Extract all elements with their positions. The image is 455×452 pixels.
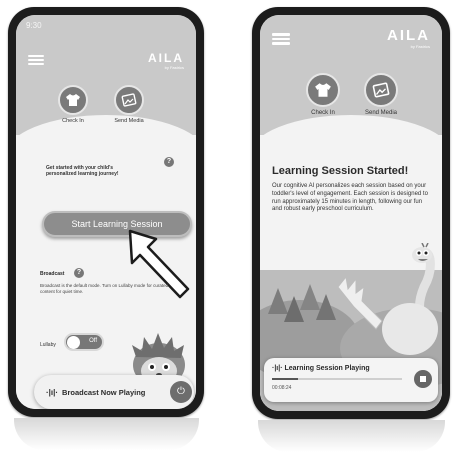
elapsed-time: 00:08:24 [272,385,292,391]
pointer-arrow-icon [128,229,190,299]
toggle-state: Off [89,338,97,344]
shirt-icon [306,73,340,107]
app-logo: AILA by Fastrics [387,27,430,49]
shirt-icon [58,85,88,115]
player-title: ·|ı|· Learning Session Playing [272,365,370,372]
broadcast-player-bar[interactable]: ·|ı|· Broadcast Now Playing ⏻ [34,375,194,409]
session-player-bar[interactable]: ·|ı|· Learning Session Playing 00:08:24 [264,358,438,402]
status-time: 9:30 [26,21,42,30]
app-logo: AILA by Fastrics [148,51,184,70]
power-icon[interactable]: ⏻ [170,381,192,403]
send-media-label: Send Media [364,110,398,116]
send-media-tile[interactable]: Send Media [114,85,144,124]
session-description: Our cognitive AI personalizes each sessi… [272,183,428,213]
menu-icon[interactable] [272,33,290,45]
get-started-prompt: Get started with your child's personaliz… [46,165,119,178]
stop-button[interactable] [414,370,432,388]
broadcast-label: Broadcast [40,271,65,277]
stop-icon [420,376,426,382]
phone-home-screen: 9:30 AILA by Fastrics Check In Send Media… [8,7,204,417]
phone-session-screen: AILA by Fastrics Check In Send Media Lear… [252,7,450,419]
check-in-label: Check In [311,110,335,116]
ostrich-mascot-illustration [337,243,438,355]
home-screen: 9:30 AILA by Fastrics Check In Send Media… [16,15,196,409]
check-in-tile[interactable]: Check In [306,73,340,116]
check-in-tile[interactable]: Check In [58,85,88,124]
send-media-label: Send Media [114,118,144,124]
check-in-label: Check In [62,118,84,124]
send-media-tile[interactable]: Send Media [364,73,398,116]
broadcast-description: Broadcast is the default mode. Turn on L… [40,283,169,294]
session-screen: AILA by Fastrics Check In Send Media Lear… [260,15,442,411]
session-progress-bar[interactable] [272,378,402,380]
media-icon [364,73,398,107]
audio-wave-icon: ·|ı|· [46,387,59,397]
help-icon[interactable]: ? [164,157,174,167]
session-title: Learning Session Started! [272,165,409,177]
broadcast-help-icon[interactable]: ? [74,268,84,278]
lullaby-label: Lullaby [40,342,56,348]
audio-wave-icon: ·|ı|· [272,365,283,372]
menu-icon[interactable] [28,55,44,65]
now-playing-label: Broadcast Now Playing [62,387,146,397]
media-icon [114,85,144,115]
app-showcase: 9:30 AILA by Fastrics Check In Send Media… [0,0,455,452]
lullaby-toggle[interactable]: Off [64,333,104,351]
